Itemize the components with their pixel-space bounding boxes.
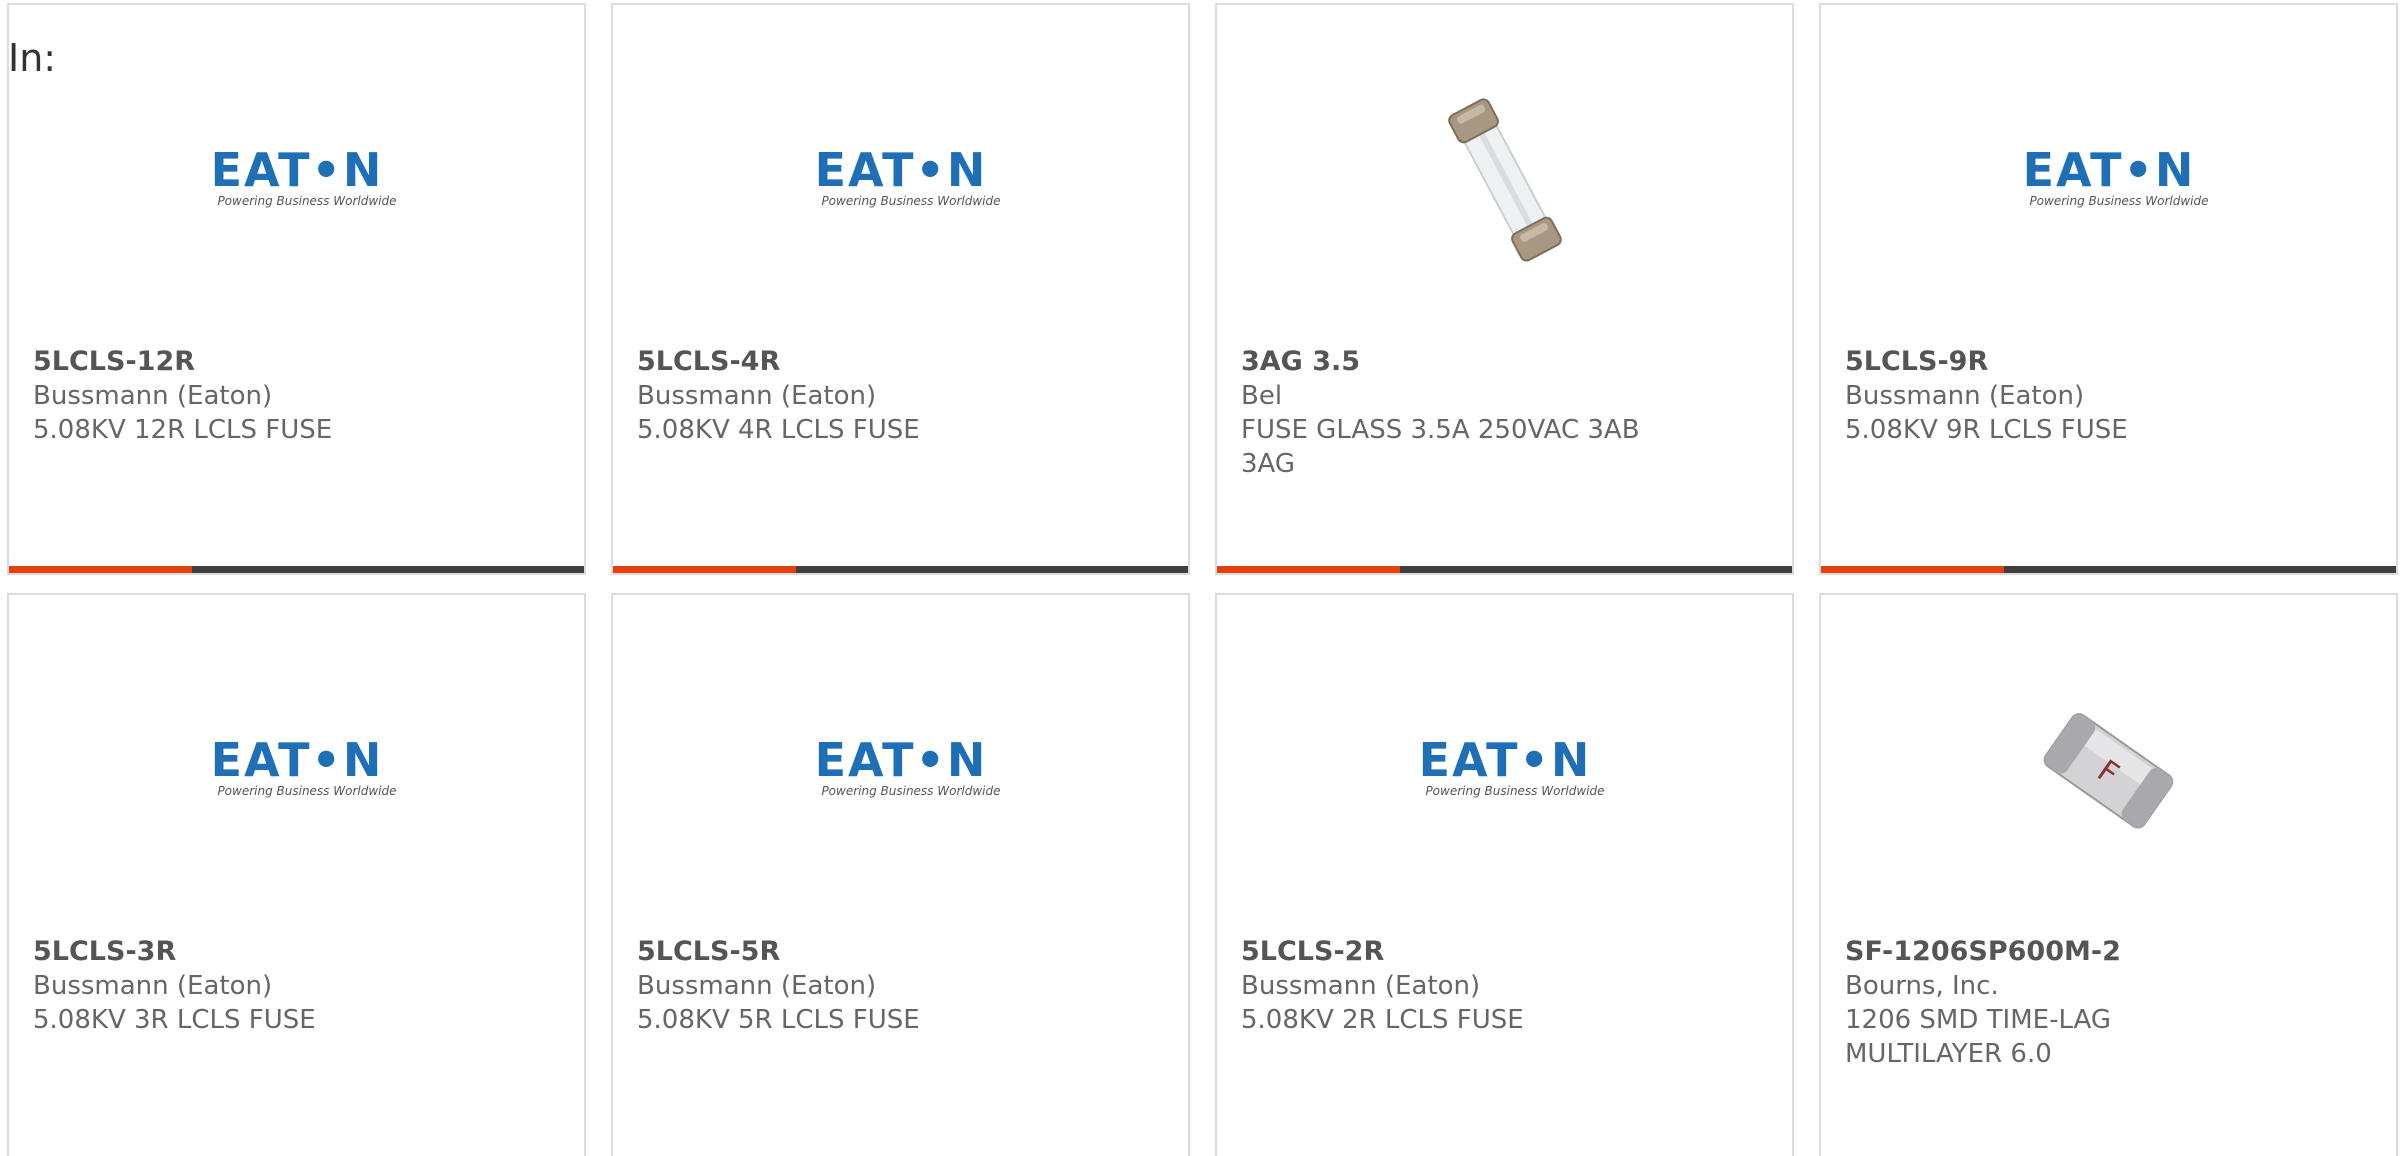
manufacturer: Bussmann (Eaton) <box>33 971 273 1001</box>
product-card[interactable]: EAT•N Powering Business Worldwide 5LCLS-… <box>611 3 1190 575</box>
manufacturer: Bussmann (Eaton) <box>1845 381 2085 411</box>
product-image[interactable]: EAT•N Powering Business Worldwide <box>1217 655 1792 885</box>
product-card[interactable]: EAT•N Powering Business Worldwide 5LCLS-… <box>7 593 586 1156</box>
eaton-tagline: Powering Business Worldwide <box>217 194 397 208</box>
eaton-tagline: Powering Business Worldwide <box>217 784 397 798</box>
description: 5.08KV 4R LCLS FUSE <box>637 415 920 445</box>
description-line-2: 3AG <box>1241 449 1296 479</box>
eaton-logo: EAT•N Powering Business Worldwide <box>2009 143 2209 216</box>
card-accent-bar <box>613 566 796 573</box>
description: FUSE GLASS 3.5A 250VAC 3AB <box>1241 415 1640 445</box>
svg-text:EAT•N: EAT•N <box>210 144 383 194</box>
part-number[interactable]: 5LCLS-3R <box>33 935 453 969</box>
description-line-2: MULTILAYER 6.0 <box>1845 1039 2052 1069</box>
eaton-logo: EAT•N Powering Business Worldwide <box>1405 733 1605 806</box>
part-number[interactable]: 5LCLS-2R <box>1241 935 1661 969</box>
in-label: In: <box>8 36 57 80</box>
product-image[interactable]: EAT•N Powering Business Worldwide <box>9 65 584 295</box>
product-grid: EAT•N Powering Business Worldwide 5LCLS-… <box>0 0 2400 1156</box>
card-bottom-bar <box>1217 566 1792 573</box>
product-card[interactable]: EAT•N Powering Business Worldwide 5LCLS-… <box>1819 3 2398 575</box>
part-number[interactable]: 5LCLS-12R <box>33 345 453 379</box>
product-info: 5LCLS-3R Bussmann (Eaton) 5.08KV 3R LCLS… <box>33 935 453 1037</box>
card-bottom-bar <box>9 566 584 573</box>
product-info: 5LCLS-5R Bussmann (Eaton) 5.08KV 5R LCLS… <box>637 935 1057 1037</box>
manufacturer: Bussmann (Eaton) <box>1241 971 1481 1001</box>
manufacturer: Bussmann (Eaton) <box>637 381 877 411</box>
svg-text:EAT•N: EAT•N <box>210 734 383 784</box>
svg-text:EAT•N: EAT•N <box>814 734 987 784</box>
description: 5.08KV 9R LCLS FUSE <box>1845 415 2128 445</box>
product-grid-page: In: EAT•N Powering Business Worldwide 5L… <box>0 0 2400 1156</box>
product-info: 5LCLS-12R Bussmann (Eaton) 5.08KV 12R LC… <box>33 345 453 447</box>
product-image[interactable]: F <box>1821 655 2396 885</box>
svg-text:EAT•N: EAT•N <box>2022 144 2195 194</box>
product-info: 3AG 3.5 Bel FUSE GLASS 3.5A 250VAC 3AB 3… <box>1241 345 1661 481</box>
eaton-logo: EAT•N Powering Business Worldwide <box>801 143 1001 216</box>
manufacturer: Bourns, Inc. <box>1845 971 1999 1001</box>
eaton-tagline: Powering Business Worldwide <box>1425 784 1605 798</box>
card-bottom-bar <box>613 566 1188 573</box>
eaton-tagline: Powering Business Worldwide <box>821 784 1001 798</box>
eaton-logo: EAT•N Powering Business Worldwide <box>801 733 1001 806</box>
card-accent-bar <box>1821 566 2004 573</box>
svg-text:EAT•N: EAT•N <box>1418 734 1591 784</box>
product-image[interactable] <box>1217 65 1792 295</box>
part-number[interactable]: 5LCLS-5R <box>637 935 1057 969</box>
product-card[interactable]: F SF-1206SP600M-2 Bourns, Inc. 1206 SMD … <box>1819 593 2398 1156</box>
product-info: 5LCLS-2R Bussmann (Eaton) 5.08KV 2R LCLS… <box>1241 935 1661 1037</box>
product-image[interactable]: EAT•N Powering Business Worldwide <box>613 65 1188 295</box>
description: 5.08KV 2R LCLS FUSE <box>1241 1005 1524 1035</box>
part-number[interactable]: SF-1206SP600M-2 <box>1845 935 2265 969</box>
eaton-tagline: Powering Business Worldwide <box>821 194 1001 208</box>
eaton-logo: EAT•N Powering Business Worldwide <box>197 733 397 806</box>
product-info: 5LCLS-9R Bussmann (Eaton) 5.08KV 9R LCLS… <box>1845 345 2265 447</box>
part-number[interactable]: 5LCLS-4R <box>637 345 1057 379</box>
eaton-logo: EAT•N Powering Business Worldwide <box>196 143 397 216</box>
description: 5.08KV 3R LCLS FUSE <box>33 1005 316 1035</box>
smd-fuse-photo: F <box>2008 670 2209 870</box>
svg-text:EAT•N: EAT•N <box>814 144 987 194</box>
manufacturer: Bussmann (Eaton) <box>637 971 877 1001</box>
part-number[interactable]: 5LCLS-9R <box>1845 345 2265 379</box>
manufacturer: Bussmann (Eaton) <box>33 381 273 411</box>
part-number[interactable]: 3AG 3.5 <box>1241 345 1661 379</box>
card-bottom-bar <box>1821 566 2396 573</box>
description: 5.08KV 5R LCLS FUSE <box>637 1005 920 1035</box>
product-image[interactable]: EAT•N Powering Business Worldwide <box>613 655 1188 885</box>
product-card[interactable]: EAT•N Powering Business Worldwide 5LCLS-… <box>1215 593 1794 1156</box>
product-image[interactable]: EAT•N Powering Business Worldwide <box>9 655 584 885</box>
description: 5.08KV 12R LCLS FUSE <box>33 415 333 445</box>
product-card[interactable]: EAT•N Powering Business Worldwide 5LCLS-… <box>7 3 586 575</box>
product-info: 5LCLS-4R Bussmann (Eaton) 5.08KV 4R LCLS… <box>637 345 1057 447</box>
card-accent-bar <box>1217 566 1400 573</box>
glass-fuse-photo <box>1404 80 1605 280</box>
card-accent-bar <box>9 566 192 573</box>
product-card[interactable]: EAT•N Powering Business Worldwide 5LCLS-… <box>611 593 1190 1156</box>
description: 1206 SMD TIME-LAG <box>1845 1005 2112 1035</box>
product-card[interactable]: 3AG 3.5 Bel FUSE GLASS 3.5A 250VAC 3AB 3… <box>1215 3 1794 575</box>
product-info: SF-1206SP600M-2 Bourns, Inc. 1206 SMD TI… <box>1845 935 2265 1071</box>
manufacturer: Bel <box>1241 381 1283 411</box>
eaton-tagline: Powering Business Worldwide <box>2029 194 2209 208</box>
product-image[interactable]: EAT•N Powering Business Worldwide <box>1821 65 2396 295</box>
